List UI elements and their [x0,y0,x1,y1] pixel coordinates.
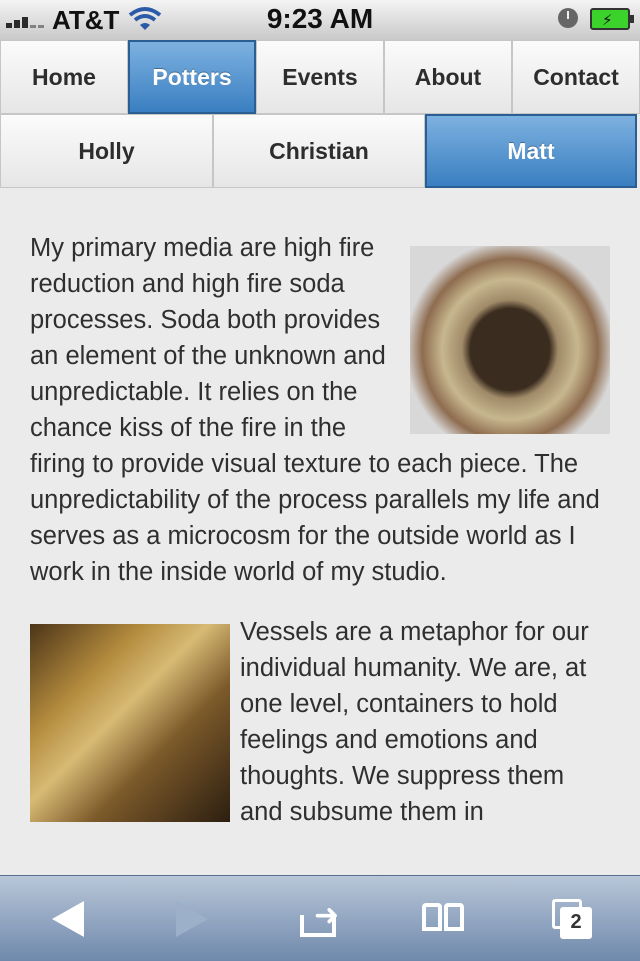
forward-arrow-icon [176,900,208,937]
status-bar: AT&T 9:23 AM ⚡ [0,0,640,41]
clock-icon [558,8,578,28]
pages-count: 2 [560,906,592,939]
share-button[interactable]: ➜ [264,876,384,961]
subnav-matt[interactable]: Matt [425,114,637,188]
nav-potters[interactable]: Potters [128,40,256,114]
nav-events[interactable]: Events [256,40,384,114]
back-button[interactable] [8,876,128,961]
soda-fired-bowl-image [410,246,610,434]
subnav-holly[interactable]: Holly [0,114,213,188]
status-time: 9:23 AM [266,3,374,34]
teapot-and-cups-image [30,624,230,822]
bookmarks-button[interactable] [384,876,504,961]
nav-home[interactable]: Home [0,40,128,114]
forward-button[interactable] [132,876,252,961]
pages-button[interactable]: 2 [514,876,634,961]
browser-toolbar: ➜ 2 [0,875,640,961]
pages-icon: 2 [552,898,596,939]
back-arrow-icon [52,900,84,937]
battery-charging-icon: ⚡ [590,8,634,30]
potter-bio: My primary media are high fire reduction… [30,230,610,875]
potter-subnav: Holly Christian Matt [0,114,640,188]
bookmarks-icon [420,902,468,935]
subnav-christian[interactable]: Christian [213,114,425,188]
primary-nav: Home Potters Events About Contact [0,40,640,114]
share-icon: ➜ [300,900,348,937]
nav-about[interactable]: About [384,40,512,114]
nav-contact[interactable]: Contact [512,40,640,114]
